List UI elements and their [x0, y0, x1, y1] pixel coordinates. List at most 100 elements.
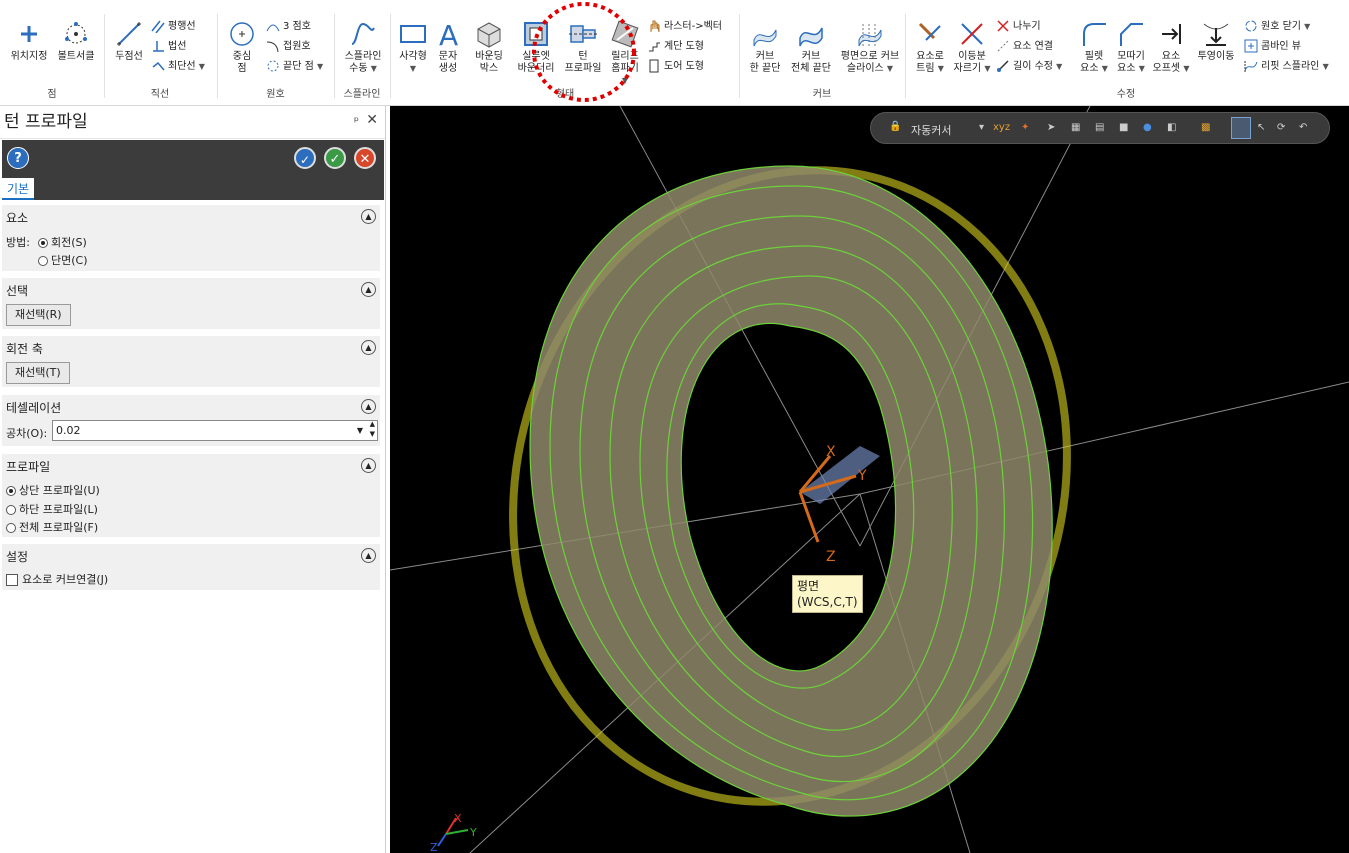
reselect-button[interactable]: 재선택(R)	[6, 304, 71, 326]
offset-label-1: 요소	[1161, 51, 1181, 62]
bisect-icon	[961, 23, 983, 45]
snap-icon[interactable]: ✦	[1021, 122, 1029, 133]
reselect-axis-button[interactable]: 재선택(T)	[6, 362, 70, 384]
shortest-line-icon	[152, 61, 165, 71]
autocursor-dropdown[interactable]: 자동커서	[911, 122, 951, 138]
select-arrow-icon[interactable]: ↖	[1257, 122, 1265, 133]
offset-icon	[1162, 24, 1181, 44]
parallel-line-button[interactable]: 평행선	[151, 18, 196, 36]
curve-all-edges-button[interactable]: 커브 전체 끝단	[786, 20, 836, 75]
ring-model[interactable]	[432, 106, 1147, 853]
trim-to-element-button[interactable]: 요소로 트림 ▼	[910, 20, 950, 75]
offset-element-button[interactable]: 요소 오프셋 ▼	[1152, 20, 1190, 75]
three-point-arc-button[interactable]: 3 점호	[266, 18, 311, 36]
collapse-icon[interactable]: ▲	[361, 340, 376, 355]
select-mode-icon[interactable]	[1231, 117, 1251, 139]
collapse-icon[interactable]: ▲	[361, 399, 376, 414]
bisect-cut-button[interactable]: 이등분 자르기 ▼	[950, 20, 994, 75]
collapse-icon[interactable]: ▲	[361, 458, 376, 473]
end-point-arc-button[interactable]: 끝단 점 ▼	[266, 58, 323, 76]
raster-to-vector-label: 라스터->벡터	[664, 21, 722, 32]
fillet-element-button[interactable]: 필렛 요소 ▼	[1076, 20, 1112, 75]
join-elements-button[interactable]: 요소 연결	[996, 38, 1053, 56]
spline-icon	[351, 22, 375, 45]
tab-basic[interactable]: 기본	[2, 178, 34, 200]
connect-curves-checkbox[interactable]: 요소로 커브연결(J)	[6, 571, 108, 587]
tolerance-input[interactable]: 0.02 ▼ ▲ ▼	[52, 420, 378, 441]
3d-viewport[interactable]: X Y Z X Y Z 🔒 자동커서 ▾ xyz ✦ ➤ ▦ ▤ ■ ● ◧ ▩…	[390, 106, 1349, 853]
radio-rotate[interactable]: 회전(S)	[38, 234, 87, 250]
curve-one-edge-button[interactable]: 커브 한 끝단	[744, 20, 786, 75]
refit-spline-button[interactable]: 리핏 스플라인 ▼	[1244, 58, 1329, 76]
bounding-box-button[interactable]: 바운딩 박스	[469, 20, 509, 75]
modify-length-button[interactable]: 길이 수정 ▼	[996, 58, 1062, 76]
join-elements-label: 요소 연결	[1013, 41, 1053, 52]
combine-view-button[interactable]: 콤바인 뷰	[1244, 38, 1301, 56]
project-move-button[interactable]: 투영이동	[1192, 20, 1240, 63]
locate-point-button[interactable]: 위치지정	[6, 20, 52, 63]
axis-x-label: X	[826, 444, 836, 460]
method-label: 방법:	[6, 236, 30, 249]
hatch-icon[interactable]: ▤	[1095, 122, 1104, 133]
spinner-icon[interactable]: ▲ ▼	[370, 419, 375, 439]
bounding-box-label-2: 박스	[479, 63, 499, 74]
slice-icon	[858, 24, 882, 47]
radio-top-profile[interactable]: 상단 프로파일(U)	[6, 482, 100, 498]
highlight-circle	[532, 2, 636, 102]
slice-curve-button[interactable]: 평면으로 커브 슬라이스 ▼	[838, 20, 902, 75]
tangent-arc-button[interactable]: 접원호	[266, 38, 311, 56]
collapse-icon[interactable]: ▲	[361, 209, 376, 224]
divide-button[interactable]: 나누기	[996, 18, 1041, 36]
solid-icon[interactable]: ■	[1119, 122, 1128, 133]
text-icon: A	[439, 20, 458, 48]
locate-point-label: 위치지정	[10, 51, 48, 62]
radio-full-profile[interactable]: 전체 프로파일(F)	[6, 519, 98, 535]
cancel-button[interactable]: ✕	[354, 147, 376, 169]
radio-top-profile-label: 상단 프로파일(U)	[19, 484, 100, 497]
lock-icon[interactable]: 🔒	[889, 121, 901, 132]
section-element: 요소 ▲ 방법: 회전(S) 단면(C)	[2, 205, 380, 271]
close-icon[interactable]: ✕	[366, 112, 378, 128]
sphere-icon[interactable]: ●	[1143, 122, 1152, 133]
plus-icon	[21, 26, 37, 42]
group-edit-label: 수정	[1116, 89, 1136, 100]
center-point-arc-button[interactable]: 중심 점	[224, 20, 260, 75]
create-text-button[interactable]: A 문자 생성	[433, 20, 463, 75]
cursor-icon[interactable]: ➤	[1047, 122, 1055, 133]
two-point-line-button[interactable]: 두점선	[109, 20, 149, 63]
radio-bottom-profile[interactable]: 하단 프로파일(L)	[6, 501, 98, 517]
radio-full-profile-label: 전체 프로파일(F)	[19, 521, 99, 534]
stair-shape-button[interactable]: 계단 도형	[647, 38, 704, 56]
ok-apply-button[interactable]: ✓	[294, 147, 316, 169]
shortest-line-button[interactable]: 최단선 ▼	[151, 58, 205, 76]
collapse-icon[interactable]: ▲	[361, 548, 376, 563]
raster-to-vector-button[interactable]: 라스터->벡터	[647, 18, 722, 36]
panel-toolbar: ? ✓ ✓ ✕	[2, 140, 384, 200]
group-line-label: 직선	[150, 89, 170, 100]
chevron-down-icon: ▼	[316, 62, 324, 71]
pin-icon[interactable]: ᵖ	[354, 114, 359, 128]
normal-line-button[interactable]: 법선	[151, 38, 186, 56]
undo-select-icon[interactable]: ↶	[1299, 122, 1307, 133]
turn-profile-panel: 턴 프로파일 ᵖ ✕ ? ✓ ✓ ✕ 기본 요소 ▲ 방법: 회전(S) 단면(…	[0, 106, 386, 853]
manual-spline-button[interactable]: 스플라인 수동 ▼	[339, 20, 387, 75]
ok-button[interactable]: ✓	[324, 147, 346, 169]
scene: X Y Z X Y Z	[390, 106, 1349, 853]
grid-icon[interactable]: ▩	[1201, 122, 1210, 133]
help-icon[interactable]: ?	[7, 147, 29, 169]
rectangle-button[interactable]: 사각형 ▼	[395, 20, 431, 75]
chevron-down-icon[interactable]: ▾	[979, 122, 984, 133]
bolt-circle-button[interactable]: 볼트서클	[52, 20, 100, 63]
filter-icon[interactable]: ▦	[1071, 122, 1080, 133]
three-point-arc-icon	[266, 24, 280, 32]
close-arc-button[interactable]: 원호 닫기 ▼	[1244, 18, 1310, 36]
section-tessellation: 테셀레이션 ▲ 공차(O): 0.02 ▼ ▲ ▼	[2, 395, 380, 446]
radio-section[interactable]: 단면(C)	[38, 252, 88, 268]
chamfer-element-button[interactable]: 모따기 요소 ▼	[1112, 20, 1150, 75]
rotate-icon[interactable]: ⟳	[1277, 122, 1285, 133]
door-shape-button[interactable]: 도어 도형	[647, 58, 704, 76]
layers-icon[interactable]: ◧	[1167, 122, 1176, 133]
collapse-icon[interactable]: ▲	[361, 282, 376, 297]
xyz-icon[interactable]: xyz	[993, 122, 1010, 133]
chevron-down-icon[interactable]: ▼	[357, 421, 363, 440]
